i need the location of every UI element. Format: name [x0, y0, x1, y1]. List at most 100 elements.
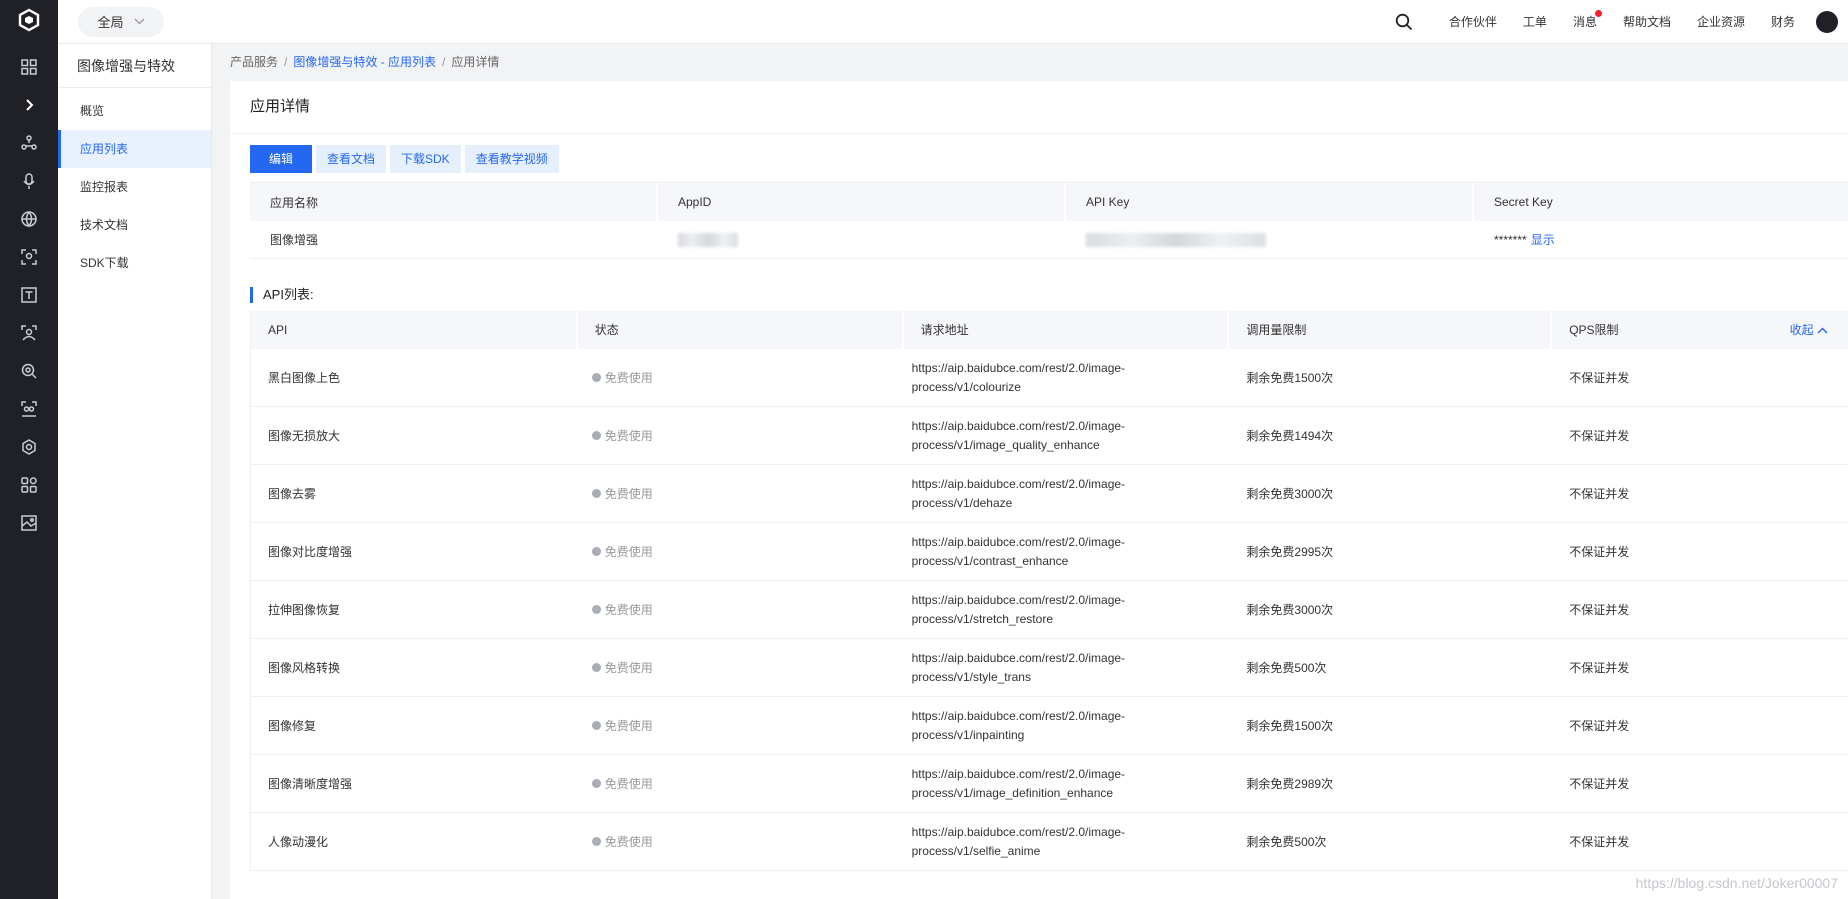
api-url-line-1: https://aip.baidubce.com/rest/2.0/image-	[911, 766, 1126, 781]
app-info-row: 图像增强 ******* 显示	[250, 221, 1848, 259]
api-name: 图像去雾	[268, 487, 317, 501]
status-dot-icon	[591, 663, 601, 672]
page-title: 应用详情	[230, 81, 1848, 134]
microphone-icon[interactable]	[0, 162, 58, 200]
api-url-line-1: https://aip.baidubce.com/rest/2.0/image-	[911, 360, 1126, 375]
grid-icon[interactable]	[0, 48, 58, 86]
app-info-header: 应用名称 AppID API Key Secret Key	[250, 183, 1848, 221]
header-api-key: API Key	[1066, 183, 1474, 221]
api-status: 免费使用	[578, 427, 904, 444]
api-url: https://aip.baidubce.com/rest/2.0/image-…	[904, 359, 1230, 397]
hexagon-icon[interactable]	[0, 428, 58, 466]
api-name: 图像无损放大	[268, 429, 341, 443]
api-rows: 黑白图像上色 免费使用 https://aip.baidubce.com/rest/…	[251, 349, 1848, 871]
cloud-logo-icon[interactable]	[0, 0, 58, 40]
main-panel: 应用详情 编辑 查看文档 下载SDK 查看教学视频 应用名称 AppID API…	[230, 81, 1848, 899]
nav-messages-label: 消息	[1572, 15, 1597, 29]
face-scan-icon[interactable]	[0, 238, 58, 276]
api-qps: 不保证并发	[1569, 835, 1630, 849]
nav-tickets[interactable]: 工单	[1510, 13, 1560, 30]
header-api: API	[251, 311, 578, 349]
avatar[interactable]	[1816, 10, 1838, 33]
api-status: 免费使用	[578, 601, 904, 618]
api-qps: 不保证并发	[1569, 371, 1630, 385]
api-url: https://aip.baidubce.com/rest/2.0/image-…	[904, 475, 1230, 513]
sidebar-item-sdk-download[interactable]: SDK下载	[58, 244, 211, 282]
status-dot-icon	[591, 547, 601, 556]
api-status-label: 免费使用	[604, 719, 653, 733]
nodes-icon[interactable]	[0, 124, 58, 162]
api-url-line-1: https://aip.baidubce.com/rest/2.0/image-	[911, 592, 1126, 607]
api-url-line-2: process/v1/style_trans	[911, 669, 1031, 684]
text-icon[interactable]	[0, 276, 58, 314]
header-url: 请求地址	[904, 311, 1230, 349]
api-qps: 不保证并发	[1569, 777, 1630, 791]
nav-messages[interactable]: 消息	[1560, 10, 1610, 30]
breadcrumb-root[interactable]: 产品服务	[230, 55, 278, 69]
status-dot-icon	[591, 489, 601, 498]
status-dot-icon	[591, 605, 601, 614]
api-url-line-2: process/v1/selfie_anime	[911, 843, 1041, 858]
nav-help-docs[interactable]: 帮助文档	[1610, 13, 1684, 30]
sidebar-item-overview[interactable]: 概览	[58, 92, 211, 130]
api-status-label: 免费使用	[604, 603, 653, 617]
api-call-limit: 剩余免费2995次	[1246, 545, 1334, 559]
collapse-button[interactable]: 收起	[1790, 311, 1828, 349]
nav-partners[interactable]: 合作伙伴	[1436, 13, 1510, 30]
apps-icon[interactable]	[0, 466, 58, 504]
api-url: https://aip.baidubce.com/rest/2.0/image-…	[904, 533, 1230, 571]
api-status: 免费使用	[578, 717, 904, 734]
image-icon[interactable]	[0, 504, 58, 542]
api-qps: 不保证并发	[1569, 429, 1630, 443]
breadcrumb-current: 应用详情	[451, 55, 500, 69]
nav-finance[interactable]: 财务	[1758, 13, 1808, 30]
api-url: https://aip.baidubce.com/rest/2.0/image-…	[904, 823, 1230, 861]
person-scan-icon[interactable]	[0, 314, 58, 352]
api-qps: 不保证并发	[1569, 603, 1630, 617]
sidebar-item-monitoring[interactable]: 监控报表	[58, 168, 211, 206]
breadcrumb-parent[interactable]: 图像增强与特效 - 应用列表	[293, 55, 436, 69]
api-status-label: 免费使用	[604, 487, 653, 501]
product-title: 图像增强与特效	[58, 44, 211, 88]
region-selector[interactable]: 全局	[78, 6, 164, 37]
api-list-title: API列表:	[250, 287, 314, 303]
header-secret-key: Secret Key	[1494, 195, 1553, 209]
api-url: https://aip.baidubce.com/rest/2.0/image-…	[904, 417, 1230, 455]
api-url: https://aip.baidubce.com/rest/2.0/image-…	[904, 649, 1230, 687]
people-scan-icon[interactable]	[0, 390, 58, 428]
api-name: 图像风格转换	[268, 661, 341, 675]
download-sdk-button[interactable]: 下载SDK	[390, 145, 461, 173]
search-icon[interactable]	[1384, 13, 1424, 31]
api-key-value	[1066, 221, 1474, 258]
nav-enterprise[interactable]: 企业资源	[1684, 13, 1758, 30]
header-qps-label: QPS限制	[1569, 323, 1619, 337]
view-docs-button[interactable]: 查看文档	[316, 145, 387, 173]
api-call-limit: 剩余免费3000次	[1246, 487, 1334, 501]
image-search-icon[interactable]	[0, 352, 58, 390]
api-call-limit: 剩余免费1500次	[1246, 719, 1334, 733]
view-tutorial-button[interactable]: 查看教学视频	[464, 145, 559, 173]
secret-mask: *******	[1494, 232, 1527, 247]
table-row: 拉伸图像恢复 免费使用 https://aip.baidubce.com/rest/…	[251, 581, 1848, 639]
table-row: 图像对比度增强 免费使用 https://aip.baidubce.com/rest…	[251, 523, 1848, 581]
chevron-right-icon[interactable]	[0, 86, 58, 124]
api-status: 免费使用	[578, 659, 904, 676]
edit-button[interactable]: 编辑	[250, 145, 312, 173]
chevron-down-icon	[134, 18, 144, 25]
show-secret-link[interactable]: 显示	[1531, 231, 1555, 248]
api-status-label: 免费使用	[604, 661, 653, 675]
product-sidebar: 图像增强与特效 概览 应用列表 监控报表 技术文档 SDK下载	[58, 44, 212, 899]
sidebar-item-docs[interactable]: 技术文档	[58, 206, 211, 244]
api-url: https://aip.baidubce.com/rest/2.0/image-…	[904, 765, 1230, 803]
status-dot-icon	[591, 721, 601, 730]
globe-icon[interactable]	[0, 200, 58, 238]
chevron-up-icon	[1817, 327, 1828, 334]
api-name: 人像动漫化	[268, 835, 329, 849]
api-name: 图像对比度增强	[268, 545, 353, 559]
app-id-value	[658, 221, 1066, 258]
api-status: 免费使用	[578, 833, 904, 850]
api-url-line-2: process/v1/image_definition_enhance	[911, 785, 1114, 800]
collapse-label: 收起	[1789, 323, 1814, 337]
sidebar-item-app-list[interactable]: 应用列表	[58, 130, 211, 168]
top-nav: 合作伙伴 工单 消息 帮助文档 企业资源 财务	[1384, 0, 1838, 44]
